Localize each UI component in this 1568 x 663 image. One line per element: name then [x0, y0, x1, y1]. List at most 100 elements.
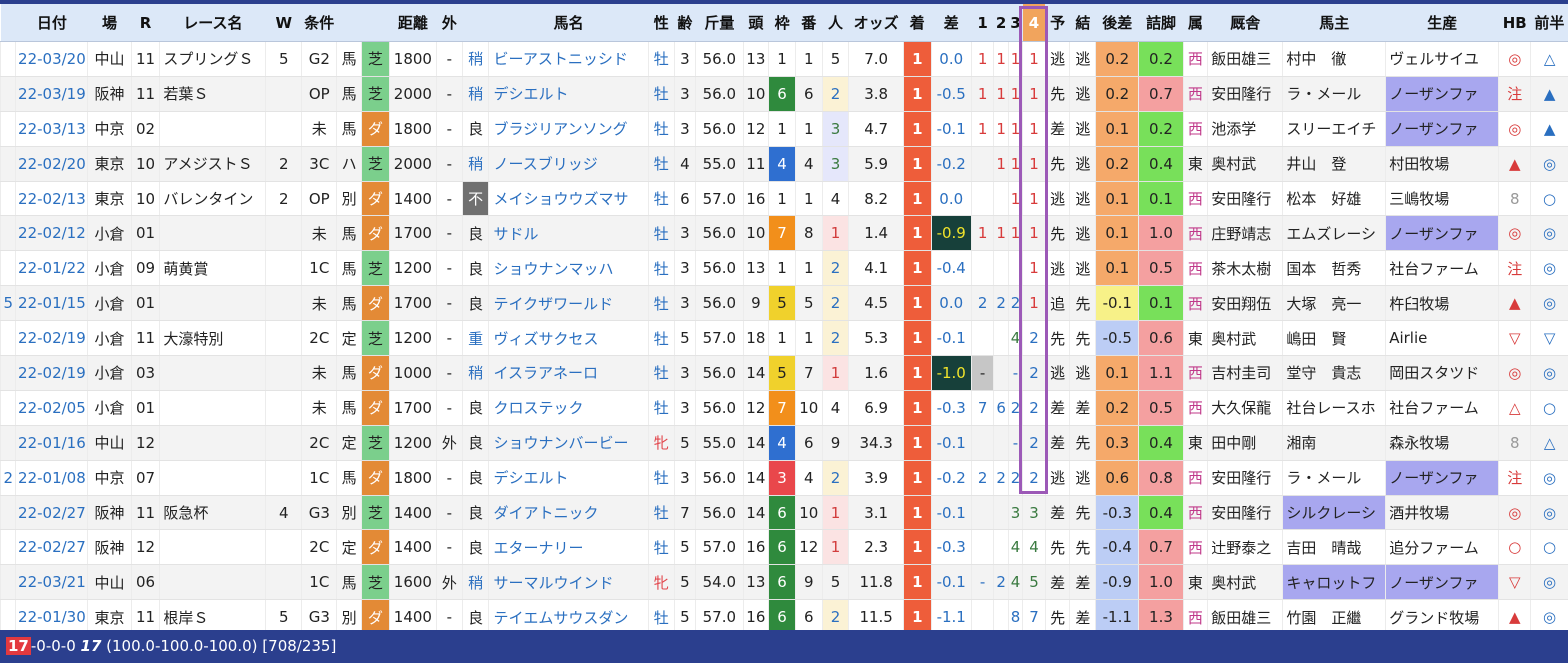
header-cell[interactable]: 予	[1045, 4, 1070, 42]
header-cell[interactable]: 外	[436, 4, 463, 42]
cell-horse[interactable]: ノースブリッジ	[488, 146, 649, 182]
table-row[interactable]: 2 22-01/08 中京 07 1C 馬ダ 1800- 良デシエルト牡 3 56.0 14 3 4 2 3…	[0, 460, 1568, 496]
table-row[interactable]: 22-02/19 小倉 03 未馬ダ 1000- 稍イスラアネーロ牡 3 56.0 14 5 7 1 1…	[0, 355, 1568, 391]
header-cell[interactable]: 場	[87, 4, 132, 42]
cell-surf: 芝	[360, 320, 390, 357]
header-cell[interactable]: 人	[822, 4, 849, 42]
cell-horse[interactable]: サドル	[488, 215, 649, 252]
header-cell[interactable]: 厩舎	[1207, 4, 1283, 42]
table-row[interactable]: 22-01/16 中山 12 2C 定芝 1200 外良ショウナンバービー牝 5 55.0 14 4…	[0, 425, 1568, 461]
header-cell[interactable]: 後差	[1095, 4, 1139, 42]
cell-date[interactable]: 22-02/27	[15, 529, 88, 566]
cell-date[interactable]: 22-02/05	[15, 390, 88, 426]
header-cell[interactable]: 頭	[743, 4, 769, 42]
cell-date[interactable]: 22-02/27	[15, 495, 88, 531]
cell-date[interactable]: 22-02/19	[15, 355, 88, 391]
table-row[interactable]: 22-03/21 中山 06 1C 馬芝 1600 外稍サーマルウインド牝 5 54.0 13 6 9…	[0, 564, 1568, 601]
cell-late: 0.1	[1095, 250, 1139, 287]
cell-no: 1	[794, 320, 823, 357]
header-cell[interactable]: HB	[1498, 4, 1531, 42]
header-cell[interactable]: 斤量	[695, 4, 743, 42]
header-cell[interactable]: 着	[903, 4, 932, 42]
cell-breeder: Airlie	[1385, 320, 1499, 357]
header-cell[interactable]: 条件	[301, 4, 337, 42]
cell-grade: 未	[301, 390, 337, 426]
cell-horse[interactable]: エターナリー	[488, 529, 649, 566]
header-cell[interactable]: 前半	[1530, 4, 1568, 42]
header-cell[interactable]	[336, 4, 362, 42]
cell-horse[interactable]: デシエルト	[488, 460, 649, 496]
header-cell[interactable]: 日付	[15, 4, 88, 42]
header-cell[interactable]: 3	[1008, 4, 1023, 42]
header-cell[interactable]: 馬名	[488, 4, 649, 42]
cell-wt: 56.0	[695, 250, 743, 287]
cell-c1: 1	[970, 215, 994, 252]
cell-horse[interactable]: イスラアネーロ	[488, 355, 649, 391]
cell-res: 逃	[1069, 181, 1096, 217]
cell-date[interactable]: 22-02/20	[15, 146, 88, 182]
header-cell[interactable]: R	[131, 4, 160, 42]
cell-horse[interactable]: ショウナンバービー	[488, 425, 649, 461]
table-row[interactable]: 22-02/05 小倉 01 未馬ダ 1700- 良クロステック牡 3 56.0 12 7 10 4 6…	[0, 390, 1568, 426]
header-cell[interactable]: 属	[1183, 4, 1208, 42]
table-row[interactable]: 22-01/22 小倉 09 萌黄賞 1C 馬芝 1200- 良ショウナンマッハ牡 3 56.0 1…	[0, 250, 1568, 287]
cell-date[interactable]: 22-03/19	[15, 76, 88, 112]
cell-date[interactable]: 22-03/13	[15, 111, 88, 147]
header-cell[interactable]: 4	[1022, 4, 1046, 42]
cell-horse[interactable]: テイクザワールド	[488, 285, 649, 322]
cell-date[interactable]: 22-03/21	[15, 564, 88, 601]
table-row[interactable]: 22-02/20 東京 10 アメジストＳ 2 3C ハ芝 2000- 稍ノースブリッジ牡 4 55…	[0, 146, 1568, 182]
table-row[interactable]: 22-02/12 小倉 01 未馬ダ 1700- 良サドル牡 3 56.0 10 7 8 1 1.4 1-…	[0, 215, 1568, 252]
cell-horse[interactable]: デシエルト	[488, 76, 649, 112]
header-cell[interactable]: 結	[1069, 4, 1096, 42]
cell-cond: 不	[461, 181, 489, 217]
header-cell[interactable]: 齢	[674, 4, 696, 42]
cell-horse[interactable]: クロステック	[488, 390, 649, 426]
cell-date[interactable]: 22-03/20	[15, 41, 88, 77]
header-cell[interactable]	[361, 4, 390, 42]
header-cell[interactable]: 枠	[768, 4, 796, 42]
header-cell[interactable]: 差	[931, 4, 972, 42]
table-row[interactable]: 5 22-01/15 小倉 01 未馬ダ 1700- 良テイクザワールド牡 3 56.0 9 5 5 2…	[0, 285, 1568, 322]
table-row[interactable]: 22-02/19 小倉 11 大濠特別 2C 定芝 1200- 重ヴィズサクセス牡 5 57.0 1…	[0, 320, 1568, 357]
cell-hb: 注	[1498, 76, 1531, 112]
header-cell[interactable]: 性	[648, 4, 675, 42]
table-row[interactable]: 22-02/27 阪神 11 阪急杯 4 G3 別芝 1400- 良ダイアトニック牡 7 56.0 1…	[0, 495, 1568, 531]
cell-date[interactable]: 22-01/15	[15, 285, 88, 322]
header-cell[interactable]: 距離	[389, 4, 437, 42]
cell-horse[interactable]: サーマルウインド	[488, 564, 649, 601]
cell-date[interactable]: 22-02/19	[15, 320, 88, 357]
cell-sex: 牡	[647, 495, 675, 531]
table-row[interactable]: 22-03/20 中山 11 スプリングＳ 5 G2 馬芝 1800- 稍ビーアストニッシド牡 3…	[0, 41, 1568, 77]
header-cell[interactable]: 馬主	[1282, 4, 1386, 42]
table-row[interactable]: 22-03/13 中京 02 未馬ダ 1800- 良ブラジリアンソング牡 3 56.0 12 1 1…	[0, 111, 1568, 147]
cell-date[interactable]: 22-01/08	[15, 460, 88, 496]
header-cell[interactable]: 番	[795, 4, 823, 42]
cell-date[interactable]: 22-01/22	[15, 250, 88, 287]
header-cell[interactable]: 2	[993, 4, 1009, 42]
cell-date[interactable]: 22-02/12	[15, 215, 88, 252]
header-cell[interactable]: レース名	[159, 4, 266, 42]
cell-horse[interactable]: ヴィズサクセス	[488, 320, 649, 357]
cell-horse[interactable]: ショウナンマッハ	[488, 250, 649, 287]
cell-pre	[0, 181, 16, 217]
cell-horse[interactable]: ビーアストニッシド	[488, 41, 649, 77]
header-cell[interactable]: W	[265, 4, 302, 42]
cell-horse[interactable]: ブラジリアンソング	[488, 111, 649, 147]
cell-late: 0.3	[1095, 425, 1139, 461]
header-cell[interactable]: 1	[971, 4, 994, 42]
cell-horse[interactable]: メイショウウズマサ	[488, 181, 649, 217]
cell-horse[interactable]: ダイアトニック	[488, 495, 649, 531]
header-cell[interactable]: 生産	[1385, 4, 1499, 42]
table-row[interactable]: 22-02/27 阪神 12 2C 定ダ 1400- 良エターナリー牡 5 57.0 16 6 12 1…	[0, 529, 1568, 566]
cell-c2: 1	[993, 41, 1009, 77]
cell-c2: 1	[993, 111, 1009, 147]
header-cell[interactable]	[0, 4, 16, 42]
table-row[interactable]: 22-03/19 阪神 11 若葉Ｓ OP 馬芝 2000- 稍デシエルト牡 3 56.0 10 6 6…	[0, 76, 1568, 112]
table-row[interactable]: 22-02/13 東京 10 バレンタイン 2 OP 別ダ 1400- 不メイショウウズマサ牡 6…	[0, 181, 1568, 217]
cell-date[interactable]: 22-01/16	[15, 425, 88, 461]
header-cell[interactable]: オッズ	[848, 4, 904, 42]
header-cell[interactable]	[462, 4, 489, 42]
header-cell[interactable]: 詰脚	[1138, 4, 1184, 42]
cell-date[interactable]: 22-02/13	[15, 181, 88, 217]
